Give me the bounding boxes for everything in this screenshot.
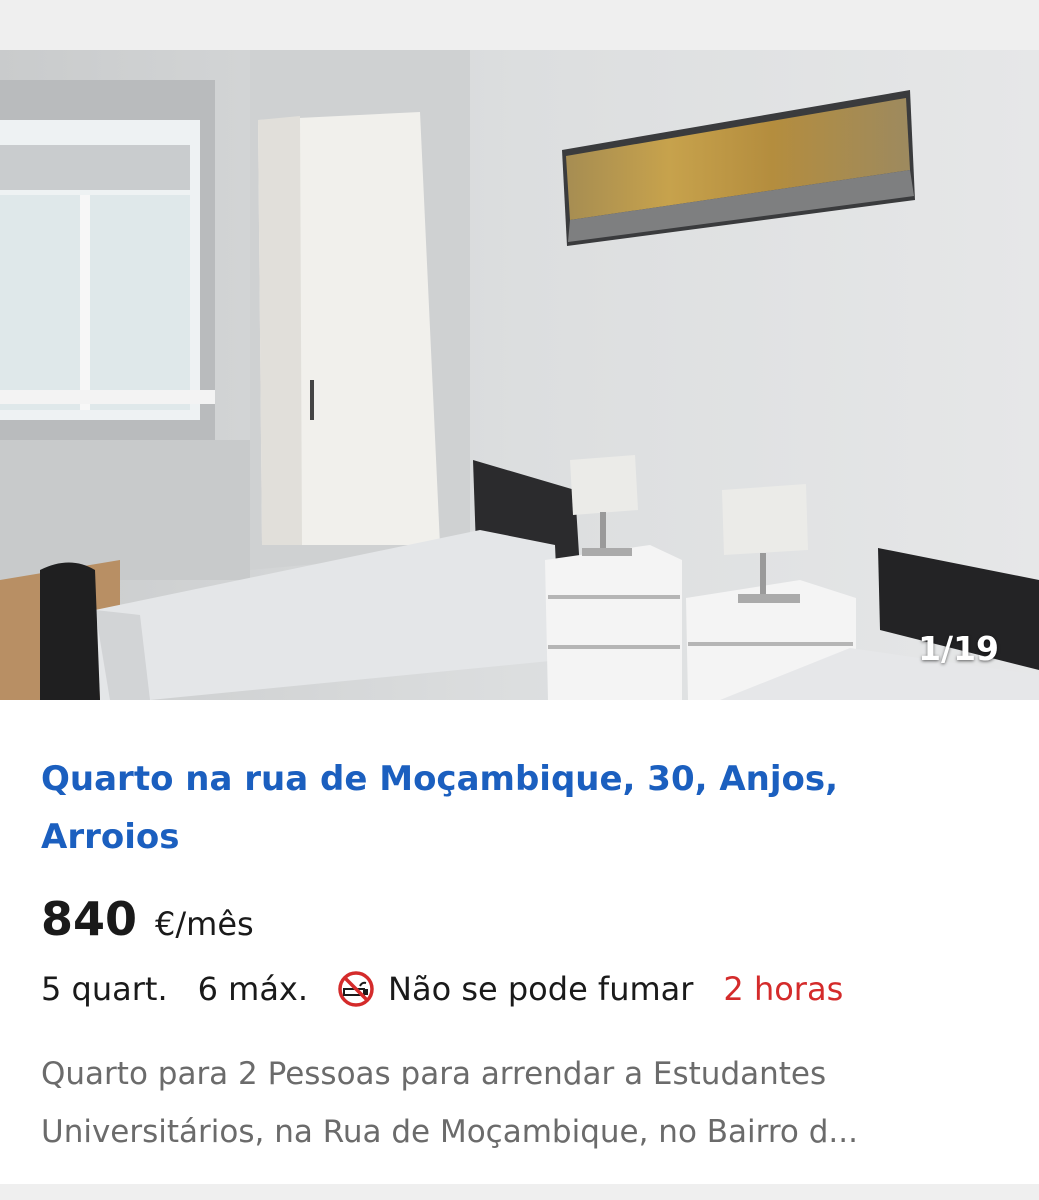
price-value: 840 xyxy=(41,892,138,946)
listing-card[interactable]: 1/19 Quarto na rua de Moçambique, 30, An… xyxy=(0,50,1039,1184)
max-occupants: 6 máx. xyxy=(197,970,309,1008)
price-row: 840 €/mês xyxy=(41,892,254,952)
no-smoking-icon xyxy=(336,969,376,1009)
smoking-policy: Não se pode fumar xyxy=(388,970,694,1008)
description-line-1: Quarto para 2 Pessoas para arrendar a Es… xyxy=(41,1056,827,1092)
photo-counter: 1/19 xyxy=(918,629,999,668)
rooms-count: 5 quart. xyxy=(41,970,168,1008)
listing-title[interactable]: Quarto na rua de Moçambique, 30, Anjos, … xyxy=(41,750,941,866)
listing-description[interactable]: Quarto para 2 Pessoas para arrendar a Es… xyxy=(41,1045,1001,1161)
price-unit: €/mês xyxy=(155,905,254,943)
listing-photo[interactable]: 1/19 xyxy=(0,50,1039,700)
description-line-2: Universitários, na Rua de Moçambique, no… xyxy=(41,1114,858,1150)
room-photo-illustration xyxy=(0,50,1039,700)
posted-time: 2 horas xyxy=(723,970,844,1008)
features-row: 5 quart. 6 máx. Não se pode fumar 2 hora… xyxy=(41,965,843,1013)
